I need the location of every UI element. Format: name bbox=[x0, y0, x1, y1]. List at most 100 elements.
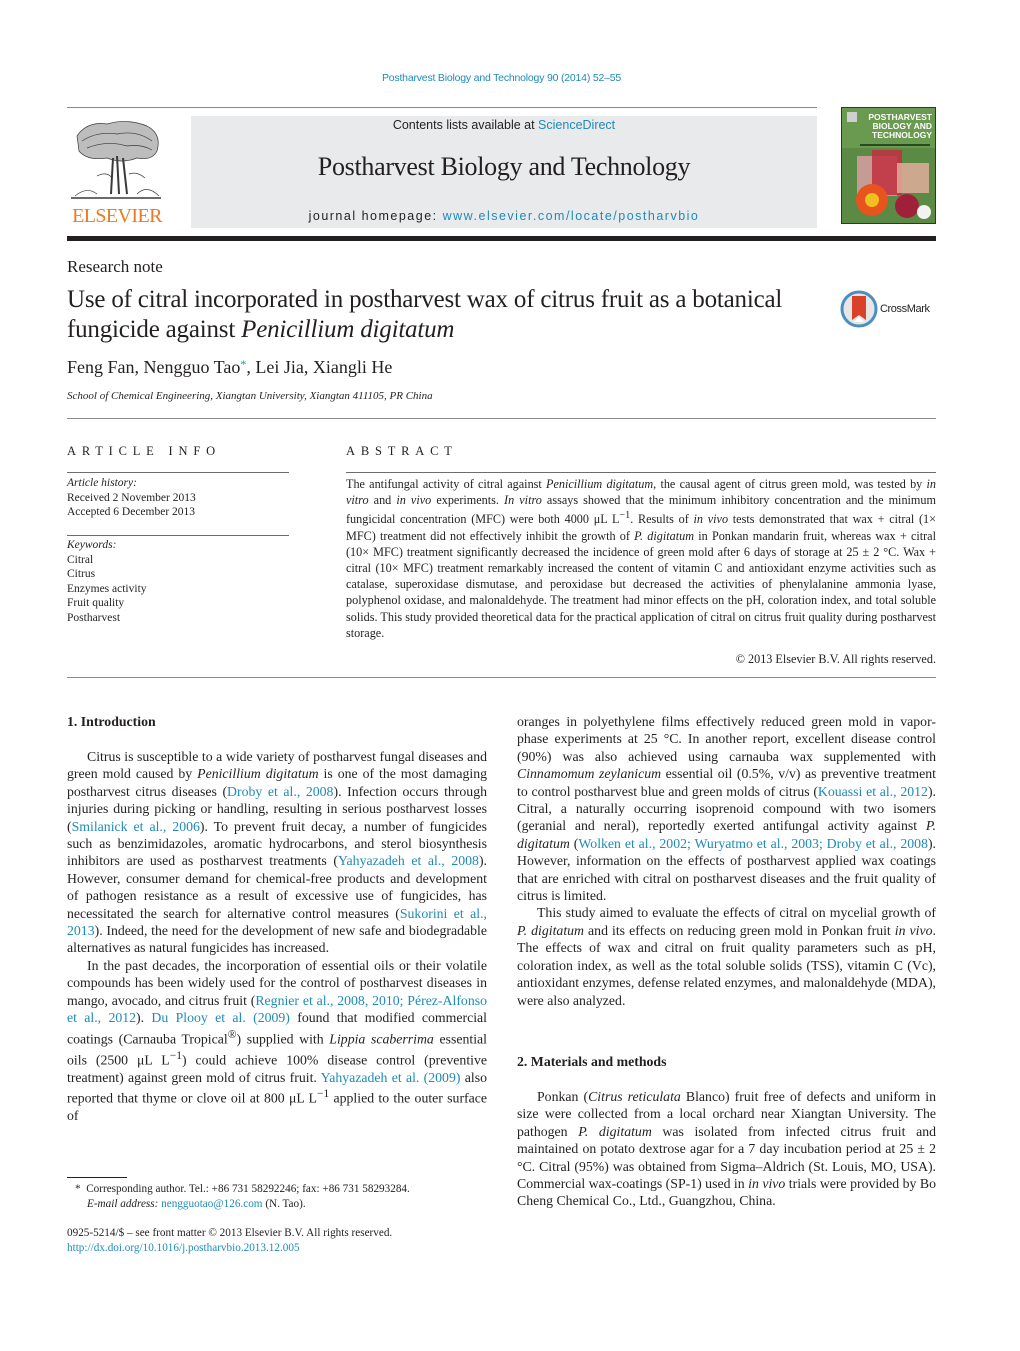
author-name[interactable]: Feng Fan bbox=[67, 357, 135, 377]
text: Cinnamomum zeylanicum bbox=[517, 766, 662, 782]
contents-prefix: Contents lists available at bbox=[392, 118, 539, 132]
journal-cover-image[interactable]: POSTHARVEST BIOLOGY AND TECHNOLOGY bbox=[841, 107, 936, 224]
affiliation: School of Chemical Engineering, Xiangtan… bbox=[67, 390, 433, 402]
article-info-heading: ARTICLE INFO bbox=[67, 444, 221, 458]
paragraph: In the past decades, the incorporation o… bbox=[67, 957, 487, 1124]
article-title: Use of citral incorporated in postharves… bbox=[67, 285, 827, 345]
journal-homepage-link[interactable]: www.elsevier.com/locate/postharvbio bbox=[443, 209, 700, 223]
issn-line: 0925-5214/$ – see front matter © 2013 El… bbox=[67, 1227, 393, 1239]
text: Citrus reticulata bbox=[588, 1089, 681, 1104]
author-name[interactable]: Nengguo Tao bbox=[144, 357, 241, 377]
divider bbox=[67, 107, 817, 108]
text: (N. Tao). bbox=[262, 1197, 306, 1210]
paragraph: Citrus is susceptible to a wide variety … bbox=[67, 748, 487, 957]
text: This study aimed to evaluate the effects… bbox=[537, 905, 936, 921]
paragraph-continued: oranges in polyethylene films effectivel… bbox=[517, 713, 936, 904]
journal-citation-link[interactable]: Postharvest Biology and Technology 90 (2… bbox=[0, 72, 1003, 84]
text: oranges in polyethylene films effectivel… bbox=[517, 714, 936, 764]
cover-title-line: TECHNOLOGY bbox=[872, 130, 932, 140]
keyword: Postharvest bbox=[67, 611, 121, 624]
footnote-divider bbox=[67, 1177, 127, 1178]
body-column-left: Citrus is susceptible to a wide variety … bbox=[67, 748, 487, 1124]
text: in vivo bbox=[748, 1176, 786, 1192]
text: and bbox=[368, 493, 397, 508]
section-heading-introduction: 1. Introduction bbox=[67, 714, 156, 729]
contents-line: Contents lists available at ScienceDirec… bbox=[191, 118, 817, 132]
text: The antifungal activity of citral agains… bbox=[346, 477, 547, 491]
history-label: Article history: bbox=[67, 477, 137, 489]
elsevier-wordmark: ELSEVIER bbox=[72, 205, 162, 227]
divider bbox=[67, 418, 936, 419]
received-date: Received 2 November 2013 bbox=[67, 491, 196, 504]
text: Ponkan ( bbox=[537, 1089, 589, 1104]
text: P. digitatum bbox=[578, 1123, 652, 1139]
text: −1 bbox=[169, 1049, 182, 1062]
text: in Ponkan mandarin fruit, whereas wax + … bbox=[346, 528, 936, 640]
divider bbox=[67, 677, 936, 678]
header-divider bbox=[67, 236, 936, 241]
footnote-marker: * bbox=[75, 1183, 81, 1195]
text: . Results of bbox=[630, 512, 694, 527]
reference-link[interactable]: Du Plooy et al. (2009) bbox=[151, 1010, 289, 1025]
text: ). Indeed, the need for the development … bbox=[67, 923, 487, 956]
keyword: Citrus bbox=[67, 568, 96, 580]
abstract-copyright: © 2013 Elsevier B.V. All rights reserved… bbox=[735, 652, 936, 666]
keywords: Keywords: Citral Citrus Enzymes activity… bbox=[67, 538, 147, 625]
keywords-label: Keywords: bbox=[67, 539, 117, 551]
email-link[interactable]: nengguotao@126.com bbox=[161, 1198, 262, 1210]
reference-link[interactable]: Smilanick et al., 2006 bbox=[72, 819, 200, 834]
email-label: E-mail address: bbox=[87, 1197, 159, 1210]
divider bbox=[346, 472, 936, 473]
title-species: Penicillium digitatum bbox=[241, 316, 455, 343]
article-history: Article history: Received 2 November 201… bbox=[67, 476, 196, 520]
text: −1 bbox=[619, 510, 631, 522]
accepted-date: Accepted 6 December 2013 bbox=[67, 506, 196, 518]
crossmark-button[interactable]: CrossMark bbox=[840, 290, 940, 330]
text: in vivo bbox=[693, 512, 729, 527]
paragraph: This study aimed to evaluate the effects… bbox=[517, 904, 936, 1008]
reference-link[interactable]: Yahyazadeh et al. (2009) bbox=[321, 1070, 461, 1085]
text: and its effects on reducing green mold i… bbox=[584, 922, 895, 938]
reference-link[interactable]: Kouassi et al., 2012 bbox=[818, 784, 928, 799]
elsevier-logo[interactable]: ELSEVIER bbox=[67, 116, 167, 228]
reference-link[interactable]: Droby et al., 2008 bbox=[227, 784, 333, 799]
text: experiments. bbox=[431, 493, 505, 508]
corresponding-author-footnote: * Corresponding author. Tel.: +86 731 58… bbox=[75, 1182, 410, 1211]
author-name[interactable]: Lei Jia bbox=[255, 357, 303, 377]
keyword: Enzymes activity bbox=[67, 582, 147, 595]
text: ) supplied with bbox=[236, 1031, 330, 1047]
contact-details: Corresponding author. Tel.: +86 731 5829… bbox=[86, 1183, 410, 1195]
divider bbox=[67, 535, 289, 536]
text: −1 bbox=[316, 1087, 330, 1100]
author-separator: , bbox=[134, 357, 144, 377]
text: in vivo bbox=[894, 922, 933, 938]
body-column-right-methods: Ponkan (Citrus reticulata Blanco) fruit … bbox=[517, 1088, 936, 1210]
sciencedirect-link[interactable]: ScienceDirect bbox=[538, 118, 615, 132]
text: ). bbox=[136, 1010, 152, 1026]
text: Penicillium digitatum bbox=[197, 766, 319, 782]
text: Lippia scaberrima bbox=[329, 1031, 434, 1047]
author-separator: , bbox=[303, 357, 313, 377]
front-matter: 0925-5214/$ – see front matter © 2013 El… bbox=[67, 1226, 392, 1256]
reference-link[interactable]: Yahyazadeh et al., 2008 bbox=[338, 853, 479, 868]
doi-link[interactable]: http://dx.doi.org/10.1016/j.postharvbio.… bbox=[67, 1242, 300, 1254]
crossmark-icon bbox=[840, 290, 878, 328]
paragraph: Ponkan (Citrus reticulata Blanco) fruit … bbox=[517, 1088, 936, 1210]
cover-title: POSTHARVEST BIOLOGY AND TECHNOLOGY bbox=[846, 113, 932, 140]
journal-masthead: Contents lists available at ScienceDirec… bbox=[191, 116, 817, 228]
text: in vivo bbox=[396, 493, 432, 508]
body-column-right: oranges in polyethylene films effectivel… bbox=[517, 713, 936, 1009]
reference-link[interactable]: Wolken et al., 2002; Wuryatmo et al., 20… bbox=[578, 836, 928, 851]
keyword: Citral bbox=[67, 553, 94, 566]
text: P. digitatum bbox=[517, 922, 585, 938]
author-name[interactable]: Xiangli He bbox=[313, 357, 392, 377]
homepage-prefix: journal homepage: bbox=[308, 209, 443, 223]
journal-title: Postharvest Biology and Technology bbox=[317, 152, 691, 181]
homepage-line: journal homepage: www.elsevier.com/locat… bbox=[191, 209, 817, 223]
text: , the causal agent of citrus green mold,… bbox=[653, 477, 927, 491]
divider bbox=[67, 472, 289, 473]
abstract-text: The antifungal activity of citral agains… bbox=[346, 476, 936, 641]
author-list: Feng Fan, Nengguo Tao*, Lei Jia, Xiangli… bbox=[67, 357, 392, 378]
abstract-heading: ABSTRACT bbox=[346, 444, 458, 458]
text: P. digitatum bbox=[634, 528, 695, 543]
